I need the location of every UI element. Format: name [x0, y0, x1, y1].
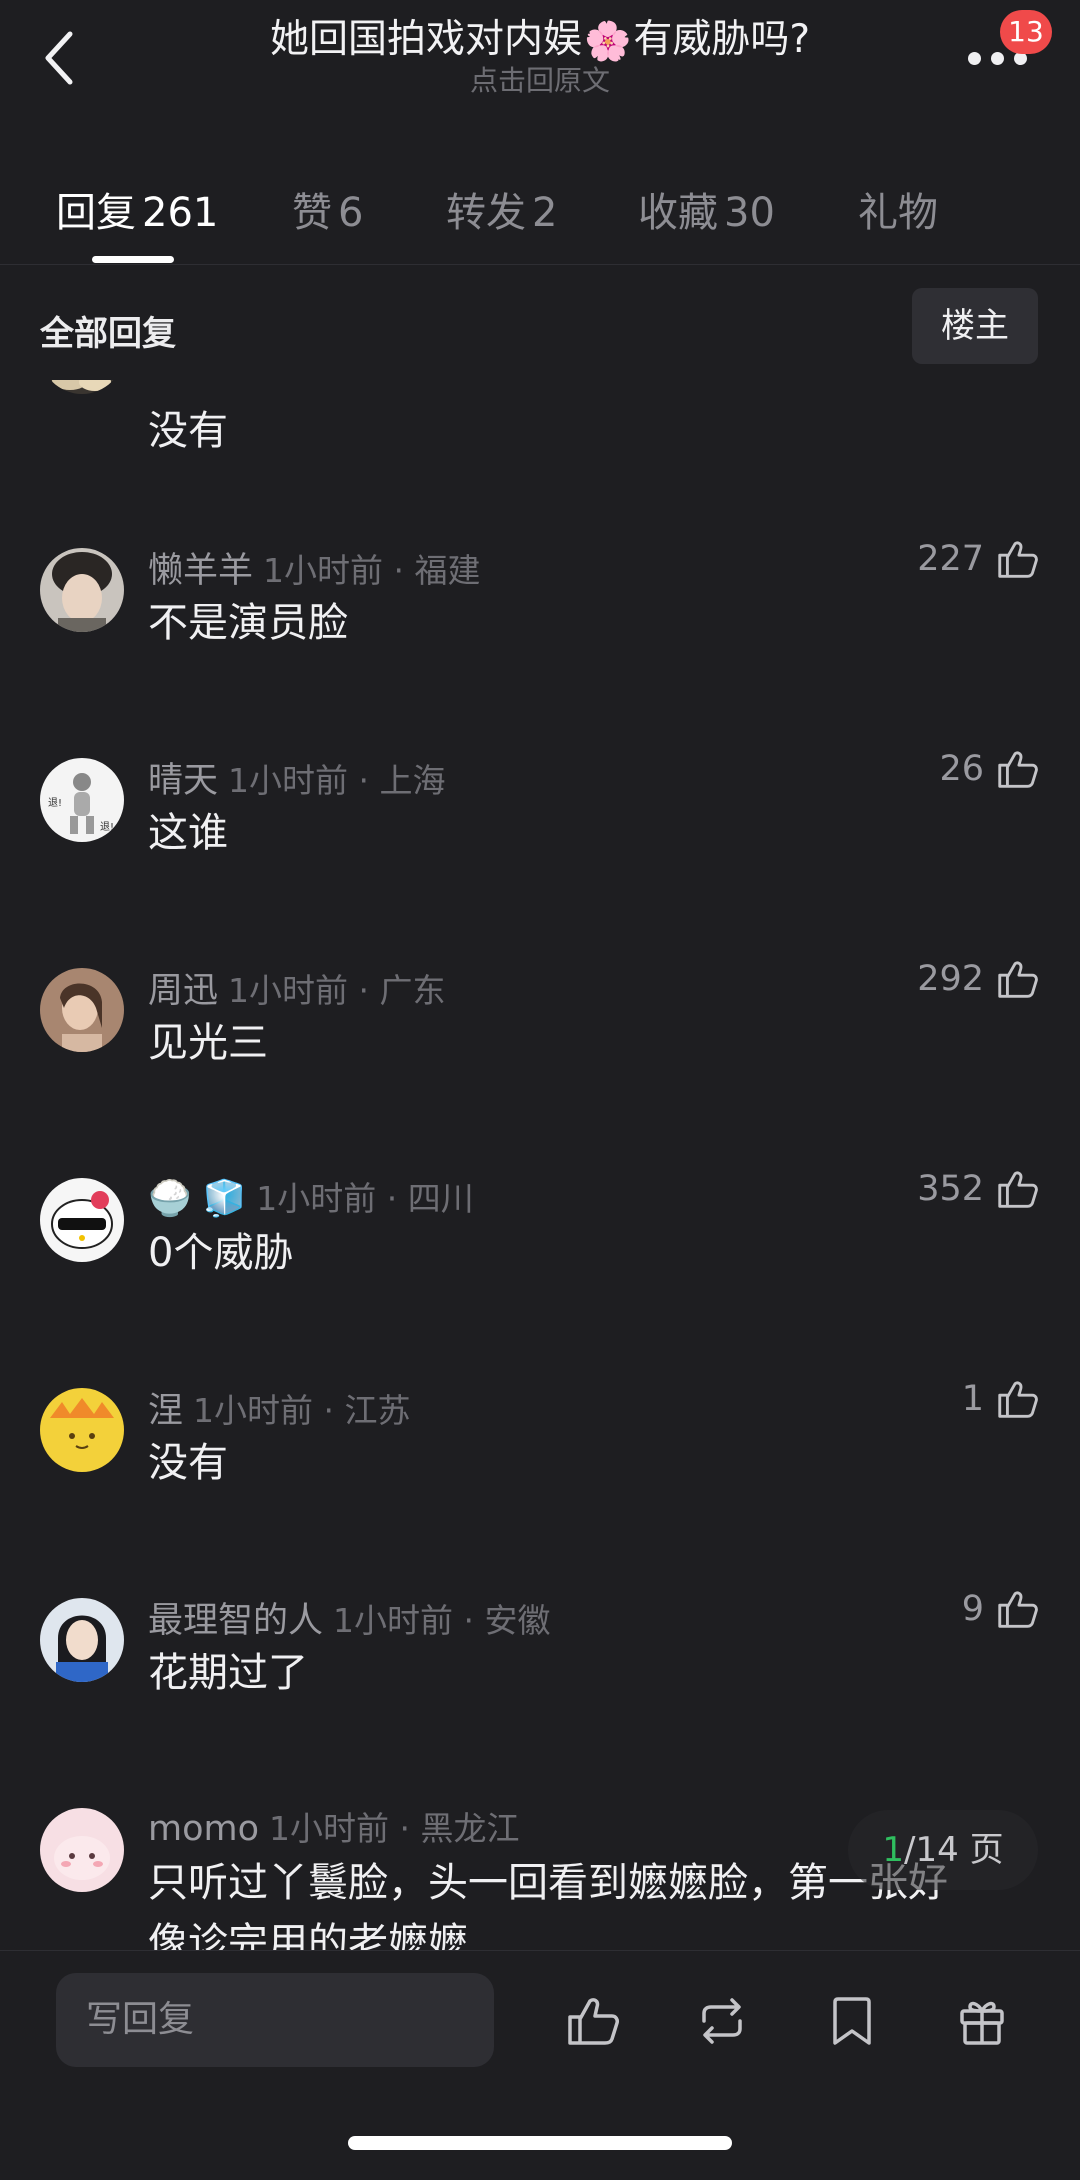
avatar[interactable] — [40, 1598, 124, 1682]
tab-count: 2 — [532, 190, 558, 236]
timestamp-location: 1小时前 · 黑龙江 — [269, 1809, 520, 1848]
like-count: 1 — [961, 1379, 984, 1419]
like-button[interactable]: 1 — [962, 1376, 1040, 1422]
comment-list[interactable]: 没有 懒羊羊 1小时前 · 福建 227 不是演员脸 退! 退! 晴天 1小时前 · … — [0, 380, 1080, 1950]
thumbs-up-icon — [998, 541, 1038, 578]
comment-text: 花期过了 — [148, 1650, 308, 1696]
comment-meta: 🍚 🧊 1小时前 · 四川 — [148, 1172, 474, 1220]
timestamp-location: 1小时前 · 江苏 — [193, 1391, 411, 1430]
thumbs-up-icon — [998, 751, 1038, 788]
gift-icon[interactable] — [952, 1991, 1012, 2051]
page: 她回国拍戏对内娱🌸有威胁吗? 点击回原文 13 回复 261 赞6 转发 2 收藏 3… — [0, 0, 1080, 2180]
thumbs-up-icon — [998, 961, 1038, 998]
avatar[interactable] — [40, 968, 124, 1052]
tab-label: 回复 — [56, 190, 136, 236]
avatar[interactable] — [40, 1178, 124, 1262]
username[interactable]: 懒羊羊 — [148, 551, 253, 591]
svg-text:退!: 退! — [100, 821, 114, 833]
username[interactable]: 最理智的人 — [148, 1601, 323, 1641]
tab-label: 礼物 — [858, 190, 938, 236]
thumbs-up-icon — [998, 1591, 1038, 1628]
reply-input[interactable]: 写回复 — [56, 1973, 494, 2067]
like-count: 26 — [939, 749, 984, 789]
comment-text: 这谁 — [148, 810, 228, 856]
tab-bar: 回复 261 赞6 转发 2 收藏 30 礼物 — [0, 170, 1080, 265]
like-count: 9 — [961, 1589, 984, 1629]
tab-likes[interactable]: 赞6 — [292, 180, 363, 238]
tab-indicator — [92, 256, 174, 263]
username[interactable]: momo — [148, 1809, 259, 1849]
notification-badge: 13 — [1000, 10, 1052, 54]
like-button[interactable]: 227 — [917, 536, 1040, 582]
comment-text: 0个威胁 — [148, 1230, 294, 1276]
tab-label: 转发 — [446, 190, 526, 236]
comment-meta: 涅 1小时前 · 江苏 — [148, 1382, 410, 1433]
tab-label: 收藏 — [638, 190, 718, 236]
filter-row: 全部回复 楼主 — [0, 284, 1080, 374]
like-button[interactable]: 292 — [917, 956, 1040, 1002]
timestamp-location: 1小时前 · 安徽 — [333, 1601, 551, 1640]
tab-label: 赞 — [292, 190, 332, 236]
title-area[interactable]: 她回国拍戏对内娱🌸有威胁吗? 点击回原文 — [200, 14, 880, 99]
username[interactable]: 🍚 🧊 — [148, 1179, 246, 1219]
top-bar: 她回国拍戏对内娱🌸有威胁吗? 点击回原文 13 — [0, 0, 1080, 120]
comment-text: 没有 — [148, 1440, 228, 1486]
like-count: 352 — [917, 1169, 984, 1209]
comment-text-line-2: 像诊完用的老嬷嬷 — [148, 1920, 468, 1950]
timestamp-location: 1小时前 · 上海 — [228, 761, 446, 800]
home-indicator[interactable] — [348, 2136, 732, 2150]
title-text-1: 她回国拍戏对内娱 — [269, 17, 582, 62]
thumbs-up-icon — [998, 1381, 1038, 1418]
tab-count: 6 — [338, 190, 364, 236]
owner-only-button[interactable]: 楼主 — [912, 288, 1038, 364]
timestamp-location: 1小时前 · 广东 — [228, 971, 446, 1010]
avatar[interactable] — [40, 1388, 124, 1472]
back-to-original-link[interactable]: 点击回原文 — [200, 63, 880, 99]
page-indicator[interactable]: 1/14 页 — [848, 1810, 1038, 1890]
tab-replies[interactable]: 回复 261 — [56, 180, 218, 238]
comment-meta: 最理智的人 1小时前 · 安徽 — [148, 1592, 550, 1643]
comment-meta: 晴天 1小时前 · 上海 — [148, 752, 445, 803]
timestamp-location: 1小时前 · 福建 — [263, 551, 481, 590]
post-title: 她回国拍戏对内娱🌸有威胁吗? — [200, 14, 880, 67]
comment-text: 不是演员脸 — [148, 600, 348, 646]
thumbs-up-icon[interactable] — [562, 1991, 622, 2051]
comment-text: 没有 — [148, 408, 228, 454]
all-replies-label: 全部回复 — [40, 314, 176, 354]
like-button[interactable]: 26 — [939, 746, 1040, 792]
chevron-left-icon — [45, 31, 73, 85]
tab-reposts[interactable]: 转发 2 — [446, 180, 557, 238]
title-text-2: 有威胁吗? — [633, 17, 811, 62]
comment-meta: momo 1小时前 · 黑龙江 — [148, 1802, 519, 1850]
username[interactable]: 涅 — [148, 1391, 183, 1431]
flower-icon: 🌸 — [583, 19, 632, 63]
comment-meta: 懒羊羊 1小时前 · 福建 — [148, 542, 480, 593]
thumbs-up-icon — [998, 1171, 1038, 1208]
avatar[interactable] — [40, 1808, 124, 1892]
more-dots-icon — [968, 52, 1027, 65]
avatar[interactable] — [40, 380, 124, 394]
tab-favorites[interactable]: 收藏 30 — [638, 180, 775, 238]
username[interactable]: 周迅 — [148, 971, 218, 1011]
like-count: 292 — [917, 959, 984, 999]
bookmark-icon[interactable] — [822, 1991, 882, 2051]
timestamp-location: 1小时前 · 四川 — [256, 1179, 474, 1218]
like-button[interactable]: 9 — [962, 1586, 1040, 1632]
avatar[interactable] — [40, 548, 124, 632]
avatar[interactable]: 退! 退! — [40, 758, 124, 842]
current-page: 1 — [882, 1830, 905, 1870]
tab-count: 261 — [142, 190, 219, 236]
tab-gifts[interactable]: 礼物 — [858, 180, 938, 238]
svg-text:退!: 退! — [48, 797, 62, 809]
total-pages: /14 页 — [904, 1830, 1004, 1870]
tab-count: 30 — [724, 190, 775, 236]
comment-meta: 周迅 1小时前 · 广东 — [148, 962, 445, 1013]
back-button[interactable] — [36, 26, 92, 90]
like-button[interactable]: 352 — [917, 1166, 1040, 1212]
comment-text: 只听过丫鬟脸，头一回看到嬷嬷脸，第一张好 — [148, 1860, 948, 1906]
repost-icon[interactable] — [692, 1991, 752, 2051]
comment-text: 见光三 — [148, 1020, 268, 1066]
username[interactable]: 晴天 — [148, 761, 218, 801]
like-count: 227 — [917, 539, 984, 579]
